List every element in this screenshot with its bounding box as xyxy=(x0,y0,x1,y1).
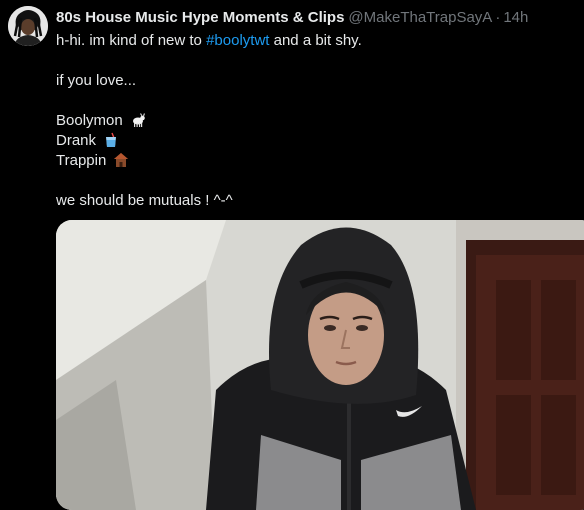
avatar[interactable] xyxy=(8,6,48,46)
list-item: Boolymon xyxy=(56,111,576,131)
line-break xyxy=(56,91,576,111)
list-item-label: Trappin xyxy=(56,152,107,169)
tweet-text: h-hi. im kind of new to #boolytwt and a … xyxy=(56,31,576,211)
list-item-label: Drank xyxy=(56,132,97,149)
tweet-media-image[interactable] xyxy=(56,220,584,510)
text-line: if you love... xyxy=(56,72,137,89)
goat-icon xyxy=(130,112,146,134)
tweet-header: 80s House Music Hype Moments & Clips @Mak… xyxy=(56,8,528,28)
photo-of-person-in-black-hoodie xyxy=(56,220,584,510)
display-name[interactable]: 80s House Music Hype Moments & Clips xyxy=(56,9,344,26)
text-segment: and a bit shy. xyxy=(269,32,362,49)
line-break xyxy=(56,51,576,71)
avatar-image xyxy=(8,6,48,46)
user-handle[interactable]: @MakeThaTrapSayA xyxy=(348,9,492,26)
list-item-label: Boolymon xyxy=(56,112,123,129)
house-icon xyxy=(113,152,129,174)
text-segment: h-hi. im kind of new to xyxy=(56,32,207,49)
list-item: Trappin xyxy=(56,151,576,171)
timestamp[interactable]: 14h xyxy=(503,9,528,26)
hashtag-link[interactable]: #boolytwt xyxy=(206,32,269,49)
tweet[interactable]: 80s House Music Hype Moments & Clips @Mak… xyxy=(0,0,584,510)
text-line-intro: h-hi. im kind of new to #boolytwt and a … xyxy=(56,31,576,51)
line-break xyxy=(56,171,576,191)
text-line: we should be mutuals ! ^-^ xyxy=(56,192,233,209)
separator-dot: · xyxy=(495,9,501,26)
list-item: Drank xyxy=(56,131,576,151)
